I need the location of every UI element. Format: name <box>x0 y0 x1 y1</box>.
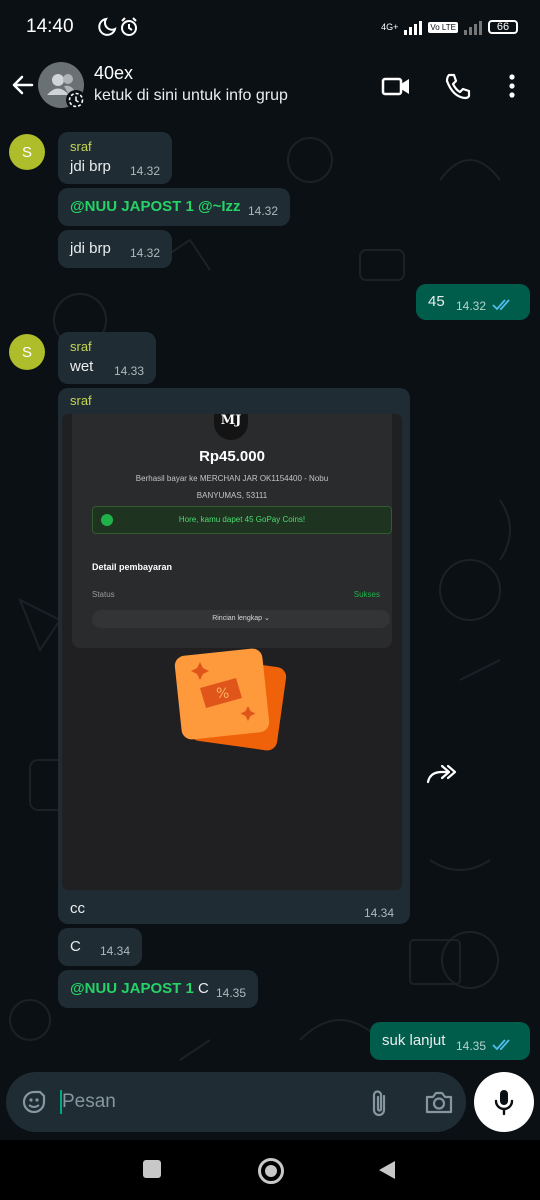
details-button: Rincian lengkap ⌄ <box>92 610 390 628</box>
message-text: C <box>70 938 81 955</box>
message-text: jdi brp <box>70 240 111 257</box>
message-text: @NUU JAPOST 1 C <box>70 980 209 997</box>
message-time: 14.33 <box>114 364 145 378</box>
message-bubble[interactable]: sraf wet 14.33 <box>58 332 156 384</box>
volte-badge: Vo LTE <box>428 21 458 33</box>
sender-name[interactable]: sraf <box>70 339 92 354</box>
status-time: 14:40 <box>26 16 74 37</box>
status-bar: 14:40 4G+ Vo LTE 66 <box>0 0 540 52</box>
message-time: 14.35 <box>216 986 247 1000</box>
sender-name[interactable]: sraf <box>70 139 92 154</box>
message-time: 14.32 <box>130 246 161 260</box>
desc-line-2: BANYUMAS, 53111 <box>196 491 268 500</box>
nav-recents-icon[interactable] <box>143 1160 161 1178</box>
video-call-icon[interactable] <box>380 70 412 102</box>
message-bubble-outgoing[interactable]: suk lanjut 14.35 <box>370 1022 530 1060</box>
desc-line-1: Berhasil bayar ke MERCHAN JAR OK1154400 … <box>135 474 329 483</box>
group-name[interactable]: 40ex <box>94 63 133 84</box>
chat-area[interactable]: S sraf jdi brp 14.32 @NUU JAPOST 1 @~Izz… <box>0 120 540 1080</box>
message-text: 45 <box>428 293 445 310</box>
message-input[interactable]: Pesan <box>62 1091 116 1113</box>
avatar-letter: S <box>21 143 32 161</box>
nav-back-icon[interactable] <box>377 1159 397 1181</box>
message-time: 14.34 <box>100 944 131 958</box>
system-nav-bar <box>0 1140 540 1200</box>
battery-icon: 66 <box>488 20 518 34</box>
message-time: 14.32 <box>130 164 161 178</box>
message-text: suk lanjut <box>382 1032 446 1049</box>
svg-text:%: % <box>216 686 229 702</box>
image-attachment[interactable]: MJ Rp45.000 Berhasil bayar ke MERCHAN JA… <box>62 414 402 890</box>
message-bubble[interactable]: jdi brp 14.32 <box>58 230 172 268</box>
sender-avatar[interactable]: S <box>9 134 45 170</box>
mic-icon <box>494 1090 514 1116</box>
disappearing-timer-icon <box>66 90 86 110</box>
back-arrow-icon[interactable] <box>8 70 38 100</box>
payment-receipt: MJ Rp45.000 Berhasil bayar ke MERCHAN JA… <box>72 414 392 648</box>
voice-message-button[interactable] <box>474 1072 534 1132</box>
avatar-letter: S <box>21 343 32 361</box>
chat-header: 40ex ketuk di sini untuk info grup <box>0 52 540 120</box>
read-ticks-icon <box>492 299 510 311</box>
mention[interactable]: @NUU JAPOST 1 <box>70 980 194 997</box>
image-message-bubble[interactable]: sraf MJ Rp45.000 Berhasil bayar ke MERCH… <box>58 388 410 924</box>
mention[interactable]: @NUU JAPOST 1 @~Izz <box>70 198 241 215</box>
message-text: @NUU JAPOST 1 @~Izz <box>70 198 241 215</box>
message-text: jdi brp <box>70 158 111 175</box>
moon-icon <box>98 17 117 36</box>
coins-text: Hore, kamu dapet 45 GoPay Coins! <box>178 515 306 524</box>
detail-title: Detail pembayaran <box>92 562 173 572</box>
message-bubble[interactable]: @NUU JAPOST 1 C 14.35 <box>58 970 258 1008</box>
group-info-hint[interactable]: ketuk di sini untuk info grup <box>94 87 288 105</box>
camera-icon[interactable] <box>424 1088 454 1116</box>
payment-description: Berhasil bayar ke MERCHAN JAR OK1154400 … <box>92 470 372 504</box>
network-type: 4G+ <box>381 21 399 32</box>
message-bubble[interactable]: C 14.34 <box>58 928 142 966</box>
status-label: Status <box>92 590 115 599</box>
read-ticks-icon <box>492 1039 510 1051</box>
message-time: 14.32 <box>248 204 279 218</box>
coupon-icon: % <box>174 648 287 751</box>
message-time: 14.35 <box>456 1039 487 1053</box>
alarm-icon <box>121 17 137 36</box>
message-bubble[interactable]: @NUU JAPOST 1 @~Izz 14.32 <box>58 188 290 226</box>
status-right: 4G+ Vo LTE 66 <box>381 16 518 38</box>
nav-home-icon[interactable] <box>258 1158 284 1184</box>
message-input-bar[interactable]: Pesan <box>6 1072 466 1132</box>
more-vert-icon[interactable] <box>496 70 528 102</box>
message-time: 14.32 <box>456 299 487 313</box>
message-text: wet <box>70 358 94 375</box>
moon-alarm-icons <box>98 17 137 36</box>
sender-avatar[interactable]: S <box>9 334 45 370</box>
merchant-logo: MJ <box>214 414 248 440</box>
battery-level: 66 <box>496 21 510 33</box>
message-time: 14.34 <box>364 906 395 920</box>
status-value: Sukses <box>353 590 380 599</box>
phone-icon[interactable] <box>441 70 473 102</box>
payment-amount: Rp45.000 <box>199 448 265 465</box>
signal-icon <box>404 19 423 35</box>
sender-name[interactable]: sraf <box>70 393 92 408</box>
message-bubble[interactable]: sraf jdi brp 14.32 <box>58 132 172 184</box>
image-caption: cc <box>70 900 85 917</box>
signal-2-icon <box>464 19 482 35</box>
message-text-tail: C <box>193 980 209 997</box>
sticker-icon[interactable] <box>20 1088 48 1116</box>
attach-icon[interactable] <box>366 1088 394 1118</box>
coins-banner: Hore, kamu dapet 45 GoPay Coins! <box>92 506 392 534</box>
nav-home-dot <box>265 1165 277 1177</box>
message-bubble-outgoing[interactable]: 45 14.32 <box>416 284 530 320</box>
forward-icon[interactable] <box>422 758 458 794</box>
